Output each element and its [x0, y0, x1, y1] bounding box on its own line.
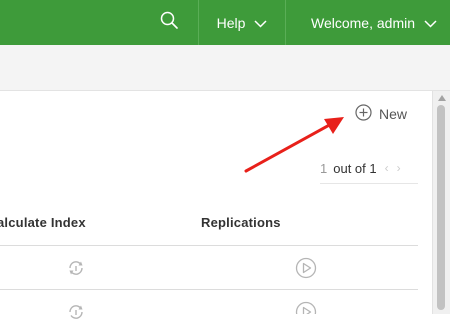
- current-page: 1: [320, 160, 328, 176]
- top-navigation-bar: Help Welcome, admin: [0, 0, 450, 45]
- help-label: Help: [216, 14, 246, 31]
- search-button[interactable]: [140, 0, 198, 45]
- chevron-left-icon[interactable]: ‹: [385, 161, 389, 175]
- recalculate-icon[interactable]: [66, 302, 86, 327]
- scrollbar-thumb[interactable]: [437, 105, 445, 310]
- scroll-up-arrow-icon[interactable]: [438, 95, 446, 101]
- welcome-label: Welcome, admin: [311, 14, 416, 31]
- page-count-text: out of 1: [333, 160, 377, 176]
- pagination: 1 out of 1 ‹ ›: [320, 153, 418, 184]
- search-icon: [160, 11, 178, 34]
- content-panel: [0, 91, 432, 314]
- secondary-toolbar: [0, 45, 450, 91]
- chevron-down-icon: [424, 15, 437, 31]
- chevron-right-icon[interactable]: ›: [397, 161, 401, 175]
- user-menu[interactable]: Welcome, admin: [286, 0, 450, 45]
- row-divider: [0, 289, 418, 290]
- column-header-recalculate-index[interactable]: alculate Index: [0, 215, 86, 230]
- header-divider: [0, 245, 418, 246]
- chevron-down-icon: [254, 15, 267, 31]
- play-circle-icon[interactable]: [295, 301, 317, 323]
- new-button-label: New: [379, 106, 408, 122]
- column-header-replications[interactable]: Replications: [201, 215, 281, 230]
- recalculate-icon[interactable]: [66, 258, 86, 283]
- vertical-scrollbar[interactable]: [432, 91, 450, 314]
- play-circle-icon[interactable]: [295, 257, 317, 284]
- new-button[interactable]: New: [355, 104, 408, 123]
- help-menu[interactable]: Help: [199, 0, 285, 45]
